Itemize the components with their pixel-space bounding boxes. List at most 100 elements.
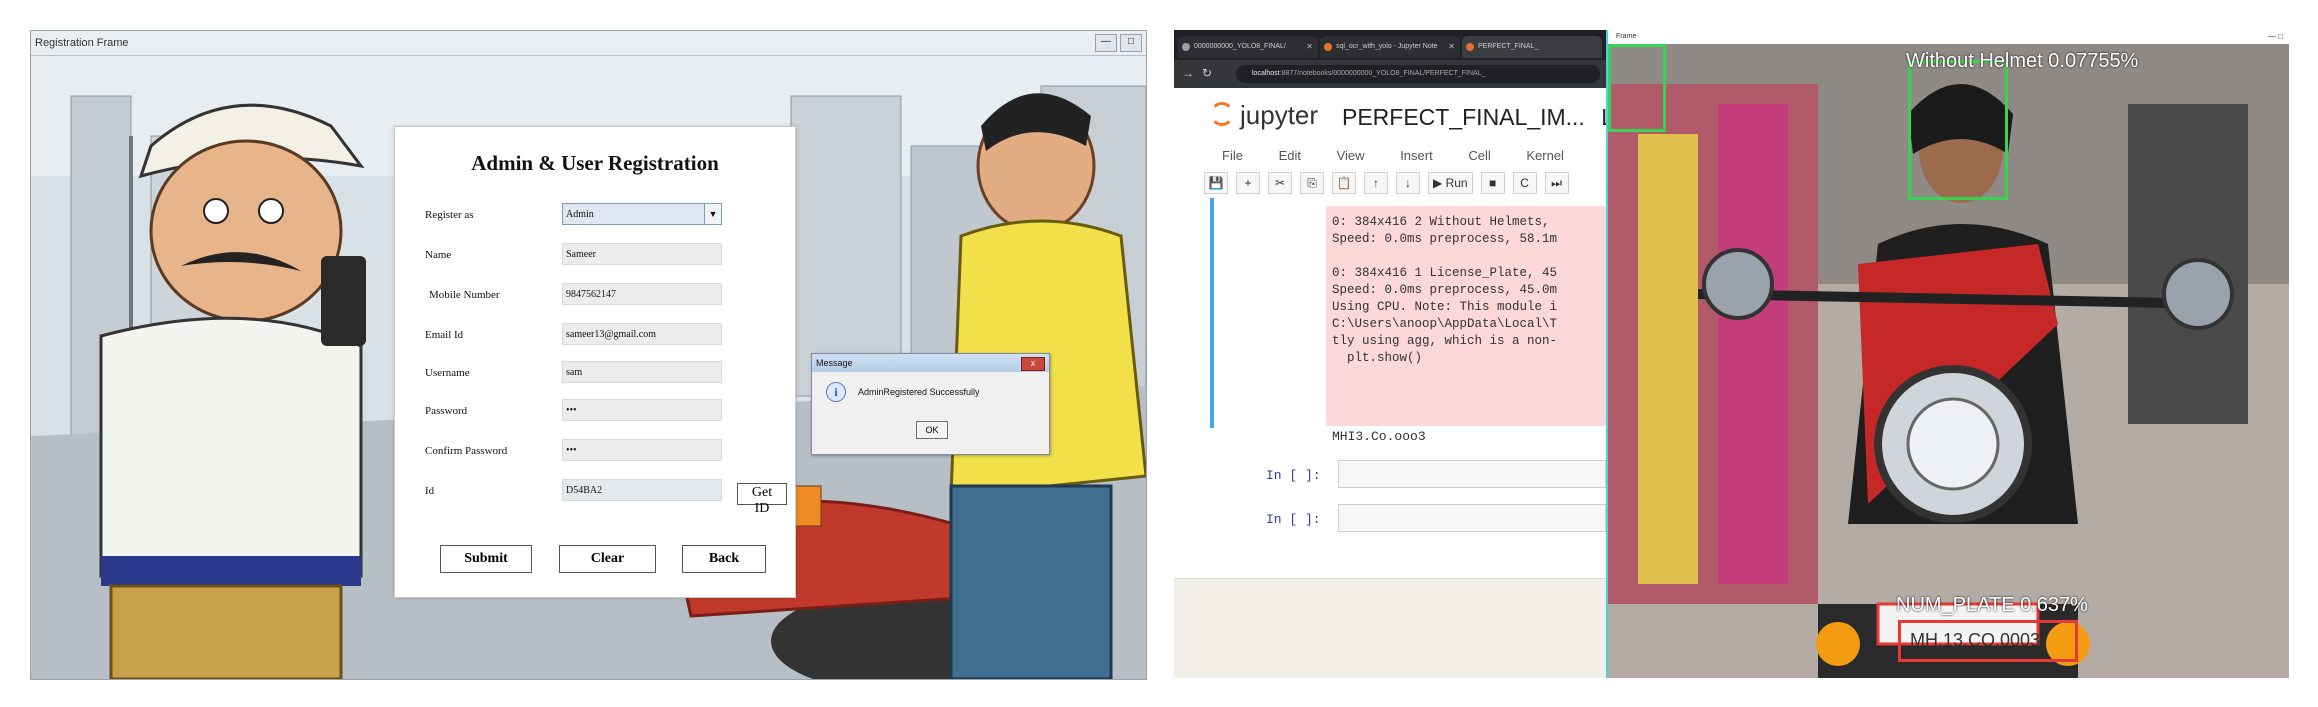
dialog-title: Message: [812, 354, 1049, 372]
jupyter-tab-icon: [1466, 43, 1474, 51]
clear-button[interactable]: Clear: [559, 545, 656, 573]
detection-window-title: Frame: [1616, 33, 1637, 40]
output-line: plt.show(): [1332, 351, 1423, 365]
window-titlebar: Registration Frame — □: [31, 31, 1146, 56]
submit-button[interactable]: Submit: [440, 545, 532, 573]
username-input[interactable]: sam: [562, 361, 722, 383]
field-name: Name Sameer: [425, 243, 795, 269]
close-icon[interactable]: x: [1021, 357, 1045, 371]
tab-label: 0000000000_YOLO8_FINAL/: [1194, 43, 1286, 50]
paste-icon[interactable]: 📋: [1332, 172, 1356, 194]
jupyter-tab-icon: [1324, 43, 1332, 51]
output-line: 0: 384x416 1 License_Plate, 45: [1332, 266, 1558, 280]
field-password: Password •••: [425, 399, 795, 425]
restart-icon[interactable]: C: [1512, 172, 1537, 194]
field-register-as: Register as Admin ▼: [425, 203, 795, 229]
close-icon[interactable]: ✕: [1448, 36, 1455, 58]
cut-icon[interactable]: ✂: [1268, 172, 1292, 194]
plate-output: MHI3.Co.ooo3: [1332, 429, 1426, 444]
browser-tabbar: 0000000000_YOLO8_FINAL/ ✕ sql_ocr_with_y…: [1174, 30, 1606, 60]
plate-text: MH.13.CO.0003: [1910, 630, 2041, 650]
jupyter-screen: 0000000000_YOLO8_FINAL/ ✕ sql_ocr_with_y…: [1174, 30, 2289, 678]
registration-form: Admin & User Registration Register as Ad…: [394, 126, 796, 598]
mobile-label: Mobile Number: [429, 289, 500, 301]
add-cell-icon[interactable]: +: [1236, 172, 1260, 194]
output-line: tly using agg, which is a non-: [1332, 334, 1558, 348]
email-input[interactable]: sameer13@gmail.com: [562, 323, 722, 345]
chevron-down-icon[interactable]: ▼: [704, 204, 721, 224]
browser-tab[interactable]: sql_ocr_with_yolo - Jupyter Note ✕: [1320, 36, 1460, 58]
stderr-output: 0: 384x416 2 Without Helmets, Speed: 0.0m…: [1326, 206, 1606, 426]
email-label: Email Id: [425, 329, 464, 341]
face-detection-label: Without Helmet 0.07755%: [1906, 50, 2139, 72]
name-input[interactable]: Sameer: [562, 243, 722, 265]
notebook-area: 0: 384x416 2 Without Helmets, Speed: 0.0m…: [1174, 198, 1606, 579]
menu-edit[interactable]: Edit: [1279, 148, 1301, 163]
save-icon[interactable]: 💾: [1204, 172, 1228, 194]
jupyter-brand[interactable]: jupyter: [1240, 100, 1318, 131]
dialog-message: AdminRegistered Successfully: [858, 387, 980, 397]
fast-forward-icon[interactable]: ⏭: [1544, 172, 1569, 194]
maximize-button[interactable]: □: [1120, 34, 1142, 52]
menu-bar: File Edit View Insert Cell Kernel: [1222, 148, 1596, 163]
move-up-icon[interactable]: ↑: [1364, 172, 1388, 194]
window-controls: — □: [1095, 34, 1142, 52]
window-controls[interactable]: — □: [2268, 30, 2283, 44]
confirm-password-input[interactable]: •••: [562, 439, 722, 461]
menu-kernel[interactable]: Kernel: [1526, 148, 1564, 163]
stop-icon[interactable]: ■: [1480, 172, 1505, 194]
notebook-toolbar: 💾 + ✂ ⎘ 📋 ↑ ↓ ▶ Run ■ C ⏭: [1204, 172, 1577, 194]
menu-file[interactable]: File: [1222, 148, 1243, 163]
registration-window: Registration Frame — □ Admin & User Regi…: [30, 30, 1147, 680]
back-button[interactable]: Back: [682, 545, 766, 573]
password-input[interactable]: •••: [562, 399, 722, 421]
plate-detection-label: NUM_PLATE 0.637%: [1896, 594, 2088, 616]
form-title: Admin & User Registration: [471, 151, 719, 175]
run-button[interactable]: ▶ Run: [1428, 172, 1473, 194]
output-line: Speed: 0.0ms preprocess, 45.0m: [1332, 283, 1558, 297]
face-bounding-box: [1608, 44, 1666, 132]
forward-icon[interactable]: →: [1182, 66, 1194, 80]
menu-insert[interactable]: Insert: [1400, 148, 1433, 163]
menu-cell[interactable]: Cell: [1468, 148, 1490, 163]
face-bounding-box: [1908, 60, 2008, 200]
ok-button[interactable]: OK: [916, 421, 948, 439]
register-as-select[interactable]: Admin ▼: [562, 203, 722, 225]
register-as-value: Admin: [566, 209, 594, 220]
window-title: Registration Frame: [35, 37, 129, 49]
tab-label: sql_ocr_with_yolo - Jupyter Note: [1336, 43, 1438, 50]
field-username: Username sam: [425, 361, 795, 387]
output-line: Using CPU. Note: This module i: [1332, 300, 1558, 314]
notebook-title-text: PERFECT_FINAL_IM...: [1342, 104, 1585, 130]
field-mobile: Mobile Number 9847562147: [425, 283, 795, 309]
selected-cell-bar: [1210, 198, 1214, 428]
info-icon: i: [826, 382, 846, 402]
id-input[interactable]: D54BA2: [562, 479, 722, 501]
code-editor[interactable]: [1338, 504, 1606, 532]
mobile-input[interactable]: 9847562147: [562, 283, 722, 305]
address-bar: → ↻ localhost:8877/notebooks/0000000000_…: [1174, 60, 1606, 88]
notebook-title[interactable]: PERFECT_FINAL_IM... L: [1342, 104, 1614, 131]
detection-window: Frame — □ Without Helmet 0.07755% NUM_PL…: [1606, 30, 2289, 678]
browser-tab[interactable]: 0000000000_YOLO8_FINAL/ ✕: [1178, 36, 1318, 58]
copy-icon[interactable]: ⎘: [1300, 172, 1324, 194]
password-label: Password: [425, 405, 468, 417]
get-id-button[interactable]: Get ID: [737, 483, 787, 516]
name-label: Name: [425, 249, 452, 261]
tab-icon: [1182, 43, 1190, 51]
minimize-button[interactable]: —: [1095, 34, 1117, 52]
menu-view[interactable]: View: [1337, 148, 1365, 163]
url-field[interactable]: localhost:8877/notebooks/0000000000_YOLO…: [1236, 65, 1600, 83]
output-line: Speed: 0.0ms preprocess, 58.1m: [1332, 232, 1558, 246]
detection-window-titlebar: Frame — □: [1608, 30, 2289, 44]
code-editor[interactable]: [1338, 460, 1606, 488]
cartoon-background: Admin & User Registration Register as Ad…: [31, 56, 1146, 679]
browser-tab-active[interactable]: PERFECT_FINAL_: [1462, 36, 1602, 58]
close-icon[interactable]: ✕: [1306, 36, 1313, 58]
input-cell[interactable]: In [ ]:: [1174, 460, 1606, 490]
input-cell[interactable]: In [ ]:: [1174, 504, 1606, 534]
output-line: C:\Users\anoop\AppData\Local\T: [1332, 317, 1558, 331]
move-down-icon[interactable]: ↓: [1396, 172, 1420, 194]
reload-icon[interactable]: ↻: [1202, 66, 1212, 80]
